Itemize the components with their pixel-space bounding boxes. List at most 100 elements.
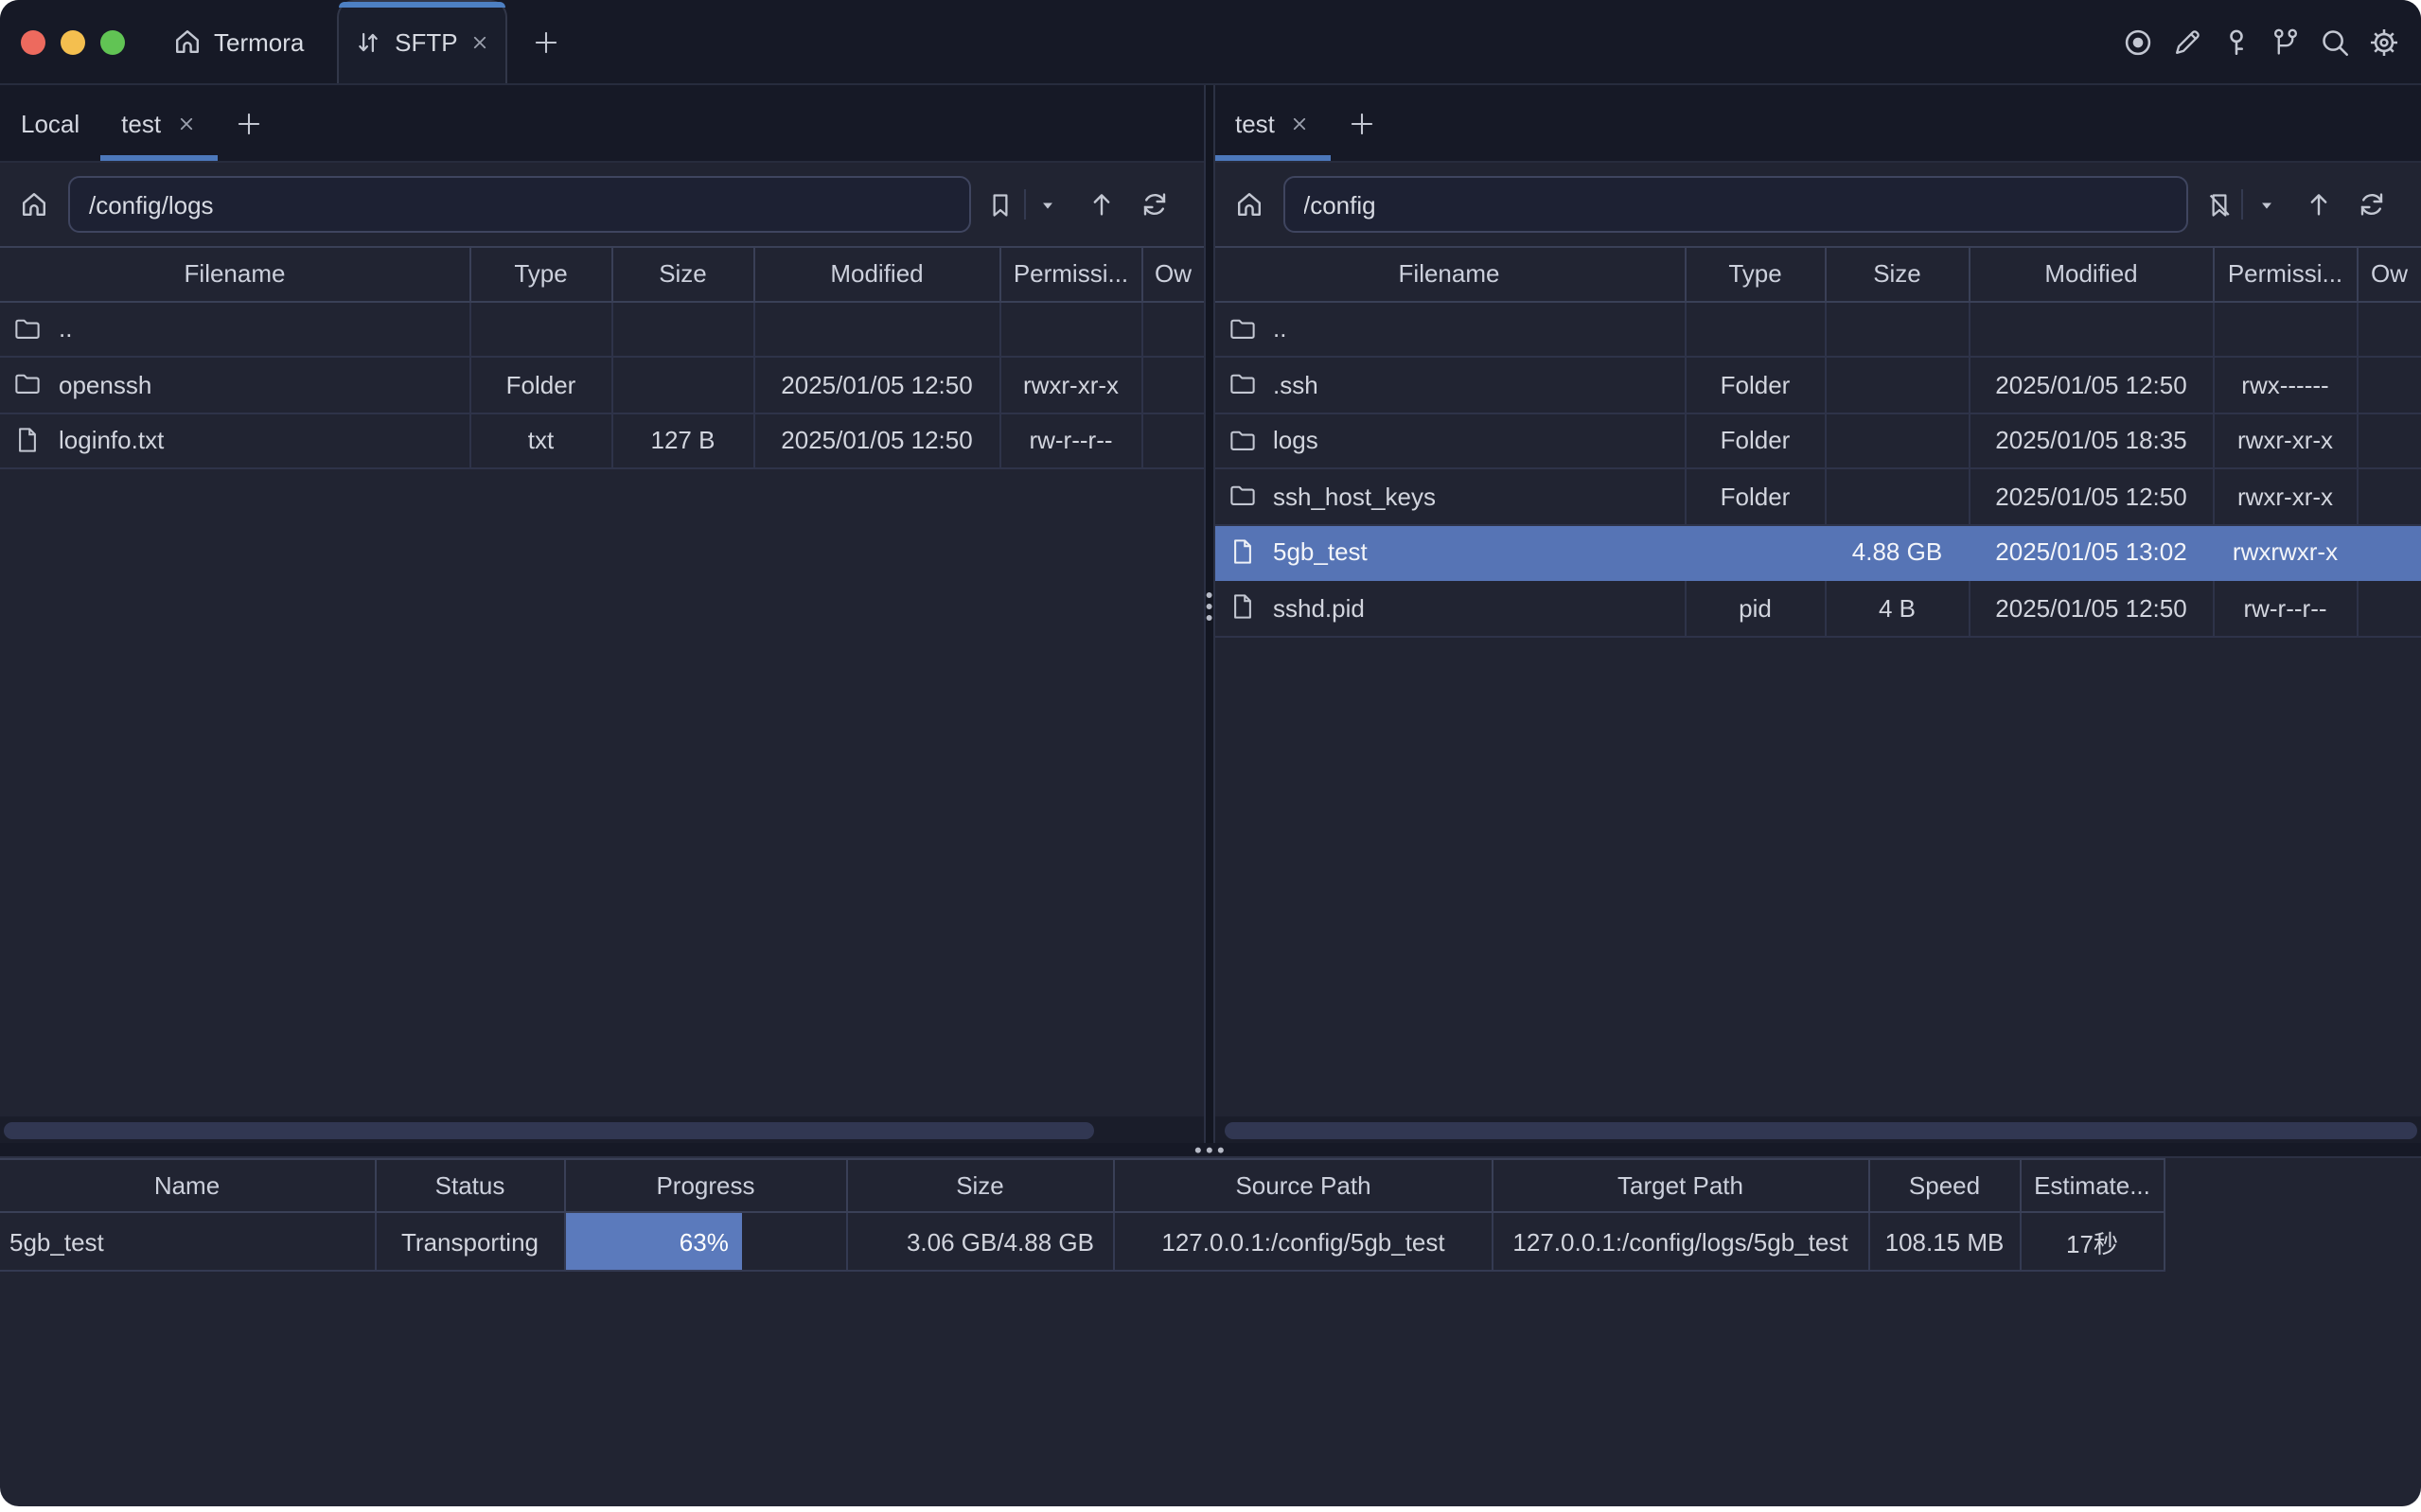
column-header[interactable]: Progress [566,1160,847,1211]
owner-cell [1143,358,1203,412]
permissions-cell: rwxr-xr-x [1000,358,1143,412]
bookmark-icon[interactable] [981,190,1019,219]
minimize-button[interactable] [61,29,85,54]
tab-sftp[interactable]: SFTP [336,0,506,83]
file-row[interactable]: .sshFolder2025/01/05 12:50rwx------ [1214,358,2421,413]
column-header[interactable]: Type [1686,248,1827,300]
branch-icon[interactable] [2268,25,2302,59]
tab-local[interactable]: Local [0,85,100,161]
file-row[interactable]: sshd.pidpid4 B2025/01/05 12:50rw-r--r-- [1214,581,2421,637]
separator [1023,189,1025,220]
column-header[interactable]: Size [847,1160,1115,1211]
permissions-cell: rw-r--r-- [2215,581,2358,635]
close-tab-icon[interactable] [469,32,490,53]
right-table-header: FilenameTypeSizeModifiedPermissi...Ow [1214,246,2421,302]
owner-cell [2358,525,2421,579]
column-header[interactable]: Estimate... [2022,1160,2165,1211]
tab-test-left[interactable]: test [100,85,218,161]
type-cell: Folder [1686,413,1827,467]
column-header[interactable]: Ow [2358,248,2421,300]
home-icon[interactable] [1229,189,1267,220]
modified-cell: 2025/01/05 12:50 [755,413,1000,467]
transfer-table-body: 5gb_testTransporting63%3.06 GB/4.88 GB12… [0,1213,2165,1272]
caret-down-icon[interactable] [2247,194,2285,215]
path-input[interactable] [1282,176,2188,233]
file-row[interactable]: .. [0,302,1203,358]
caret-down-icon[interactable] [1029,194,1067,215]
column-header[interactable]: Filename [1214,248,1686,300]
arrow-up-icon[interactable] [1082,189,1120,220]
file-icon [1228,537,1258,568]
column-header[interactable]: Size [612,248,755,300]
filename-label: openssh [59,371,151,399]
arrow-up-icon[interactable] [2300,189,2338,220]
column-header[interactable]: Status [376,1160,566,1211]
transfer-splitter[interactable] [0,1143,2421,1158]
column-header[interactable]: Source Path [1115,1160,1493,1211]
modified-cell: 2025/01/05 13:02 [1970,525,2215,579]
filename-cell: .. [1214,302,1686,356]
left-table-header: FilenameTypeSizeModifiedPermissi...Ow [0,246,1203,302]
size-cell: 3.06 GB/4.88 GB [847,1213,1115,1270]
transfer-table: NameStatusProgressSizeSource PathTarget … [0,1158,2165,1272]
owner-cell [2358,302,2421,356]
right-table-body: ...sshFolder2025/01/05 12:50rwx------log… [1214,302,2421,1116]
tab-test-right[interactable]: test [1214,85,1332,161]
search-icon[interactable] [2317,25,2351,59]
column-header[interactable]: Name [0,1160,376,1211]
refresh-icon[interactable] [2353,189,2391,220]
bookmark-slash-icon[interactable] [2200,190,2237,219]
type-cell: txt [471,413,612,467]
close-tab-icon[interactable] [1290,113,1311,133]
settings-icon[interactable] [2366,25,2400,59]
column-header[interactable]: Speed [1869,1160,2022,1211]
file-row[interactable]: 5gb_test4.88 GB2025/01/05 13:02rwxrwxr-x [1214,525,2421,581]
app-window: Termora SFTP [0,0,2421,1506]
column-header[interactable]: Modified [1970,248,2215,300]
column-header[interactable]: Target Path [1493,1160,1869,1211]
column-header[interactable]: Ow [1143,248,1203,300]
filename-label: ssh_host_keys [1273,483,1436,511]
modified-cell: 2025/01/05 12:50 [1970,358,2215,412]
right-pathbar [1214,163,2421,246]
path-input[interactable] [68,176,970,233]
close-tab-icon[interactable] [176,113,197,133]
add-tab-button[interactable] [1332,85,1394,161]
type-cell [471,302,612,356]
size-cell [612,302,755,356]
panel-splitter[interactable] [1203,85,1214,1143]
zoom-button[interactable] [100,29,125,54]
column-header[interactable]: Modified [755,248,1000,300]
owner-cell [1143,302,1203,356]
column-header[interactable]: Filename [0,248,471,300]
home-icon[interactable] [15,189,53,220]
scrollbar-thumb[interactable] [4,1121,1094,1138]
file-row[interactable]: .. [1214,302,2421,358]
owner-cell [2358,358,2421,412]
column-header[interactable]: Type [471,248,612,300]
refresh-icon[interactable] [1135,189,1173,220]
record-icon[interactable] [2120,25,2154,59]
tab-termora[interactable]: Termora [172,0,304,83]
folder-icon [1228,314,1258,344]
file-row[interactable]: opensshFolder2025/01/05 12:50rwxr-xr-x [0,358,1203,413]
column-header[interactable]: Permissi... [2215,248,2358,300]
column-header[interactable]: Permissi... [1000,248,1143,300]
add-tab-button[interactable] [218,85,280,161]
file-row[interactable]: logsFolder2025/01/05 18:35rwxr-xr-x [1214,413,2421,469]
close-button[interactable] [21,29,45,54]
file-row[interactable]: ssh_host_keysFolder2025/01/05 12:50rwxr-… [1214,469,2421,525]
permissions-cell: rwxrwxr-x [2215,525,2358,579]
edit-icon[interactable] [2169,25,2203,59]
key-icon[interactable] [2218,25,2253,59]
separator [2241,189,2243,220]
transfer-row[interactable]: 5gb_testTransporting63%3.06 GB/4.88 GB12… [0,1213,2165,1272]
filename-cell: ssh_host_keys [1214,469,1686,523]
new-tab-button[interactable] [518,0,574,83]
scrollbar-thumb[interactable] [1224,1121,2417,1138]
modified-cell [1970,302,2215,356]
size-cell: 4 B [1827,581,1970,635]
column-header[interactable]: Size [1827,248,1970,300]
file-row[interactable]: loginfo.txttxt127 B2025/01/05 12:50rw-r-… [0,413,1203,469]
home-icon [172,26,203,57]
